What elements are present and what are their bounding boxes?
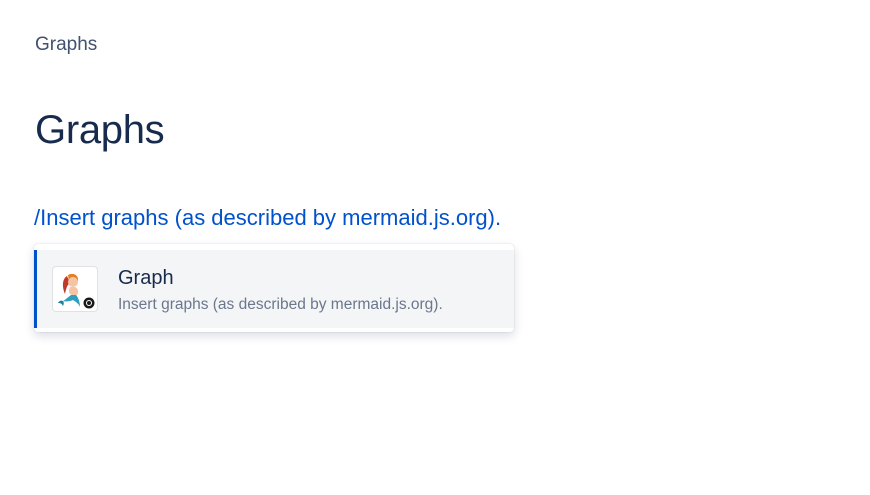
menu-item-title: Graph bbox=[118, 267, 174, 289]
quick-insert-menu: Graph Insert graphs (as described by mer… bbox=[34, 244, 514, 332]
page: Graphs Graphs /Insert graphs (as describ… bbox=[0, 0, 870, 495]
mermaid-icon bbox=[52, 266, 98, 312]
breadcrumb[interactable]: Graphs bbox=[35, 34, 97, 56]
menu-item-description: Insert graphs (as described by mermaid.j… bbox=[118, 296, 443, 313]
editor-typed-command[interactable]: /Insert graphs (as described by mermaid.… bbox=[34, 204, 501, 232]
page-title: Graphs bbox=[35, 108, 165, 152]
menu-item-graph[interactable]: Graph Insert graphs (as described by mer… bbox=[34, 250, 514, 328]
